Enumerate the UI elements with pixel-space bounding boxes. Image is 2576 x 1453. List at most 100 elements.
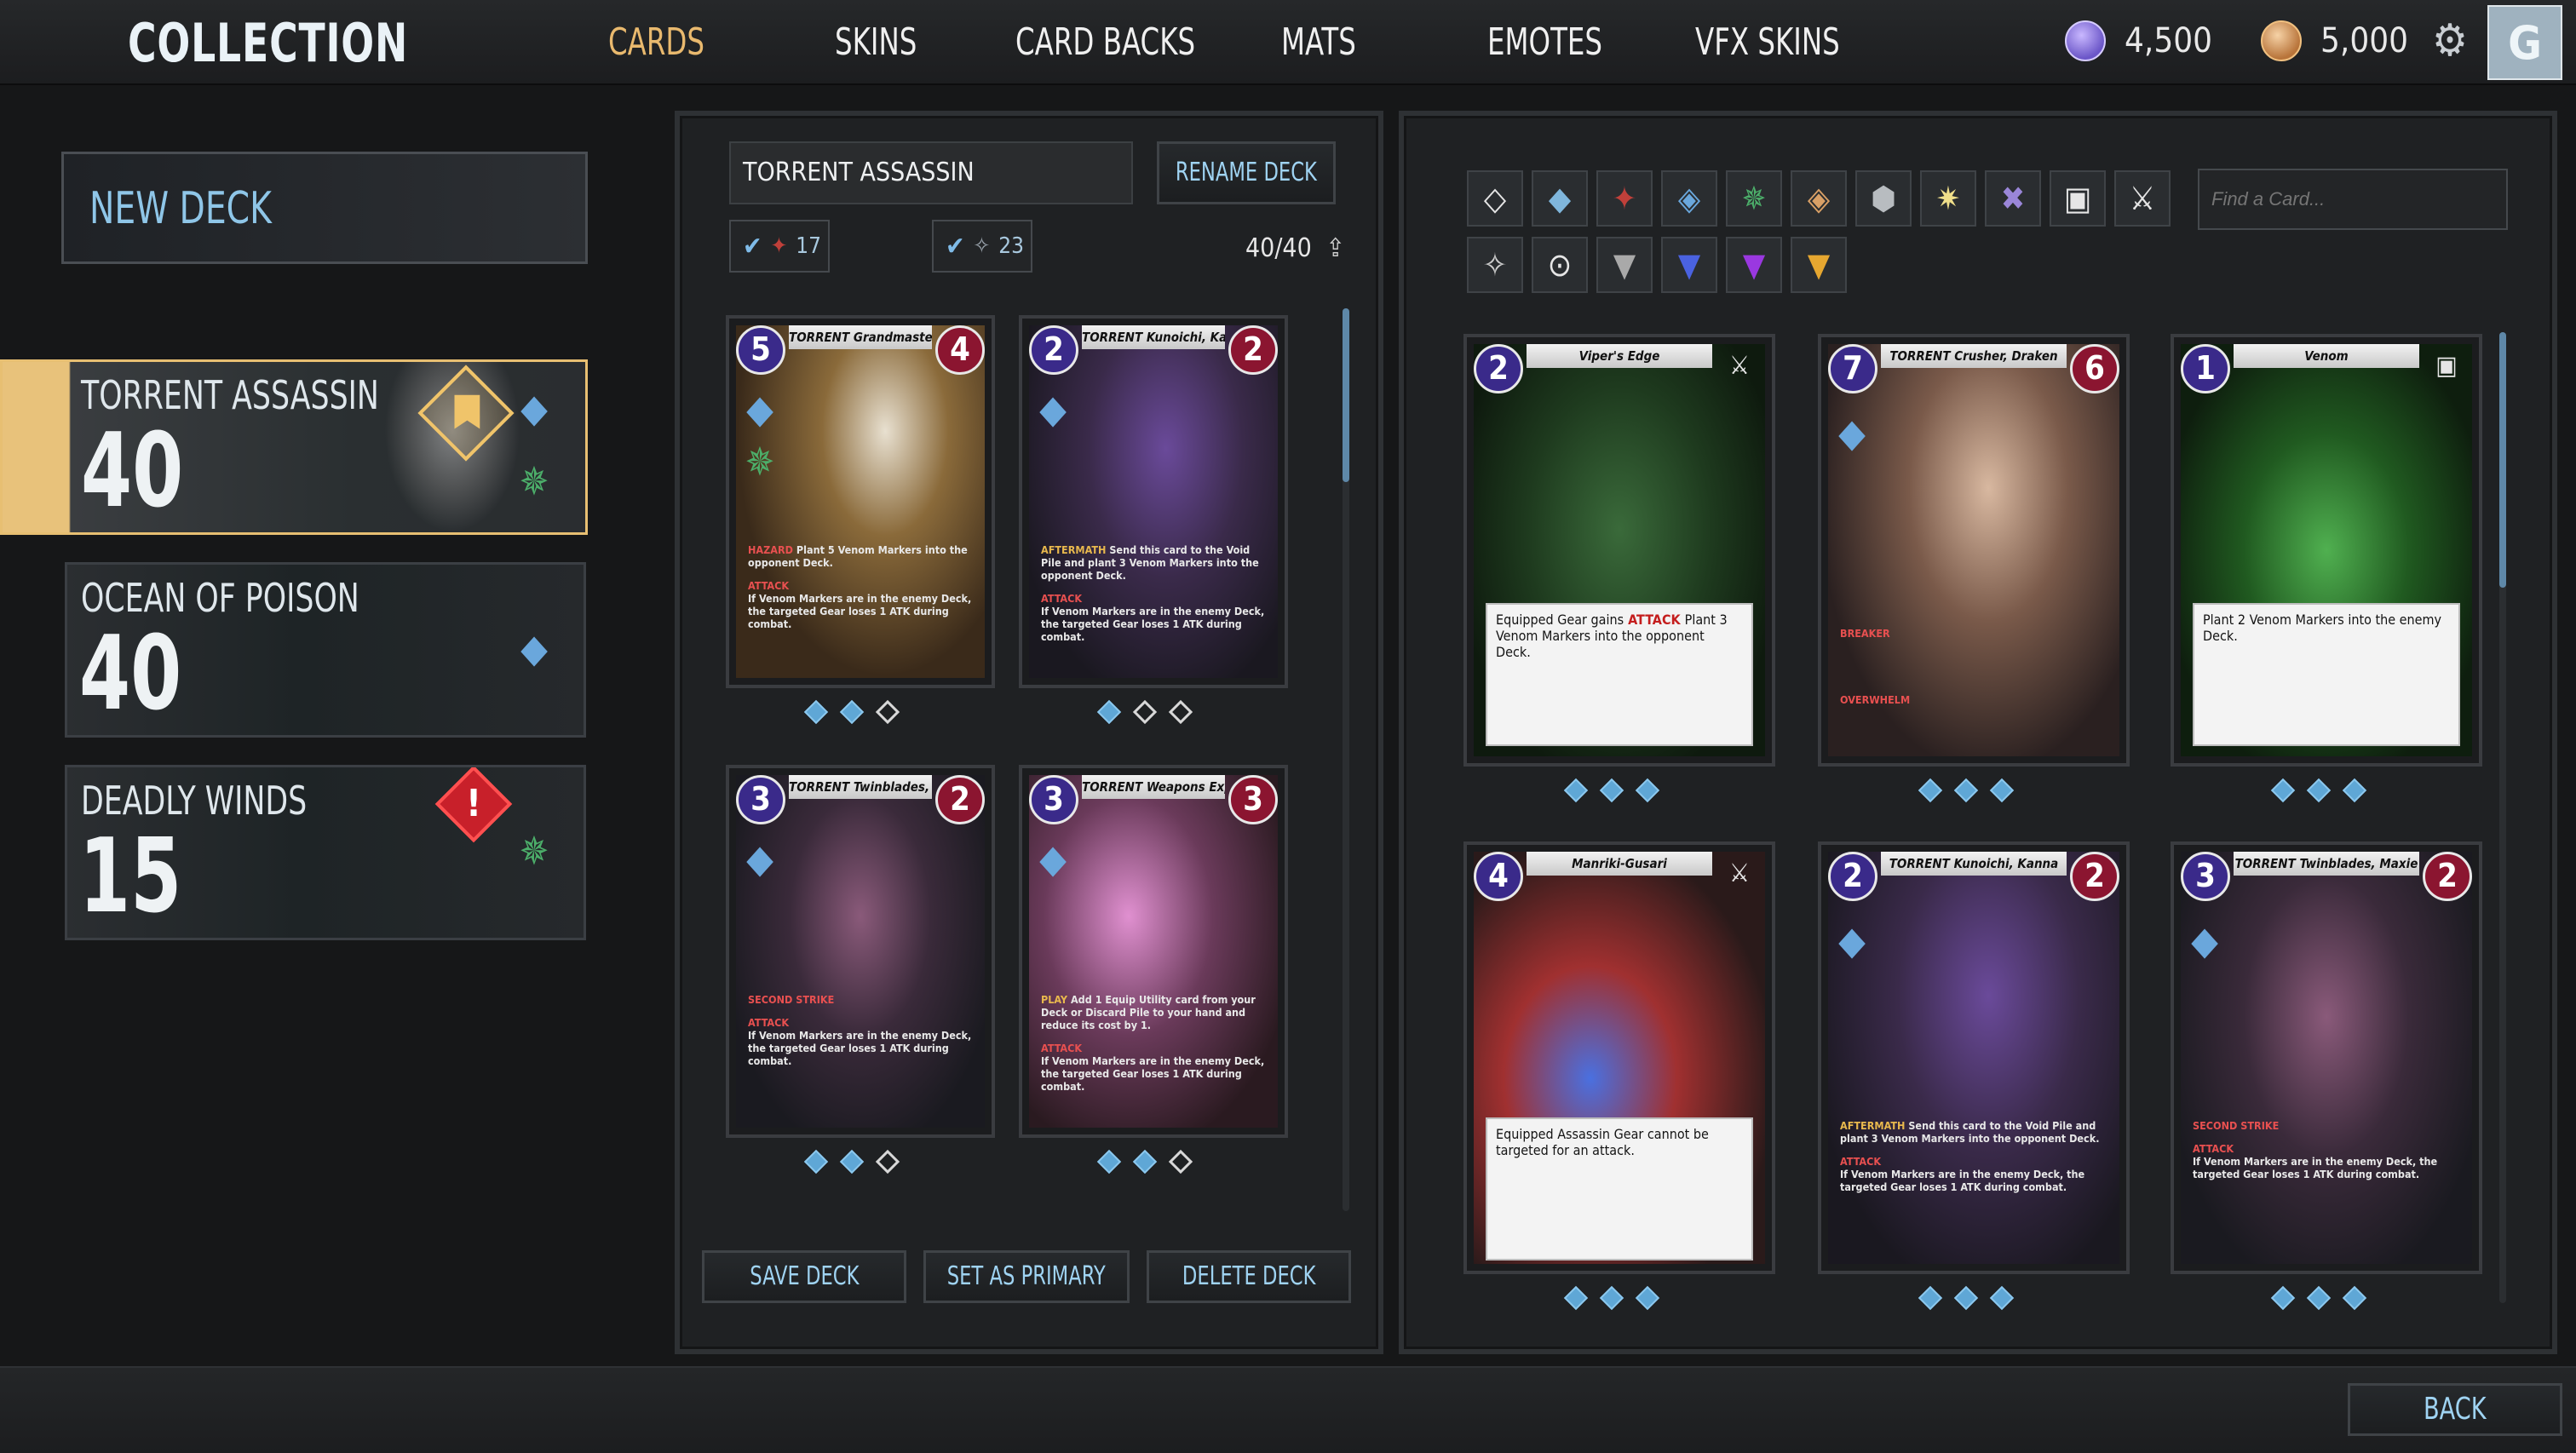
card-attack: 4 [935, 325, 985, 375]
card-name: TORRENT Crusher, Draken [1881, 344, 2067, 368]
export-deck-icon[interactable]: ⇪ [1325, 233, 1345, 263]
card-rules-text: AFTERMATH Send this card to the Void Pil… [1041, 543, 1266, 643]
collection-card[interactable]: TORRENT Twinblades, Maxie 3 2 ◆ SECOND STRIK… [2171, 841, 2482, 1274]
deck-name-field[interactable]: TORRENT ASSASSIN [729, 141, 1133, 204]
deck-card[interactable]: TORRENT Weapons Expert, Bri3 3 ◆ PLAY Add 1… [1019, 765, 1288, 1138]
collection-card[interactable]: TORRENT Kunoichi, Kanna 2 2 ◆ AFTERMATH Send… [1818, 841, 2130, 1274]
tab-skins[interactable]: SKINS [835, 20, 917, 64]
profile-avatar[interactable]: G [2487, 5, 2562, 80]
filter-light-icon[interactable]: ✷ [1920, 170, 1976, 227]
tab-vfx-skins[interactable]: VFX SKINS [1695, 20, 1840, 64]
copy-indicator [2342, 778, 2367, 803]
new-deck-button[interactable]: NEW DECK [61, 152, 588, 264]
collection-card-copies [2270, 778, 2367, 803]
copy-indicator [839, 699, 865, 725]
card-cost: 2 [1474, 344, 1523, 393]
copy-indicator [1132, 699, 1158, 725]
card-attack: 2 [935, 775, 985, 824]
copy-indicator [1132, 1149, 1158, 1174]
tab-cards[interactable]: CARDS [608, 20, 704, 64]
gear-type-icon: ✦ [770, 233, 788, 259]
tab-card-backs[interactable]: CARD BACKS [1015, 20, 1195, 64]
card-name: TORRENT Kunoichi, Kanna [1881, 852, 2067, 876]
tab-mats[interactable]: MATS [1281, 20, 1356, 64]
equip-type-icon: ✧ [973, 233, 991, 259]
back-button[interactable]: BACK [2348, 1383, 2562, 1436]
deck-card-count: 15 [79, 818, 182, 936]
filter-fire-icon[interactable]: ✦ [1596, 170, 1653, 227]
filter-all-icon[interactable]: ◇ [1467, 170, 1523, 227]
filter-poison-icon[interactable]: ✵ [1726, 170, 1782, 227]
keyword-text: If Venom Markers are in the enemy Deck, … [1840, 1168, 2085, 1193]
rules-text: Equipped Gear gains [1496, 612, 1624, 628]
deck-total-value: 40/40 [1245, 233, 1312, 263]
copy-indicator [1989, 778, 2015, 803]
copy-indicator [1635, 778, 1660, 803]
bottom-bar [0, 1366, 2576, 1453]
warning-icon: ! [434, 767, 513, 843]
tab-emotes[interactable]: EMOTES [1487, 20, 1602, 64]
card-search-input[interactable] [2198, 169, 2508, 230]
filter-steel-icon[interactable]: ⬢ [1855, 170, 1912, 227]
aqua-faction-icon: ◆ [520, 385, 548, 431]
collection-card[interactable]: TORRENT Crusher, Draken 7 6 ◆ BREAKER OVERWHE… [1818, 334, 2130, 767]
card-name: Venom [2234, 344, 2419, 368]
filter-token-icon[interactable]: ⊙ [1532, 237, 1588, 293]
card-type-icon: ⚔ [1728, 859, 1751, 888]
filter-epic-icon[interactable]: ▼ [1726, 237, 1782, 293]
type-filter-equip[interactable]: ✔ ✧ 23 [932, 220, 1032, 273]
collection-scrollbar-thumb[interactable] [2499, 332, 2506, 588]
collection-card[interactable]: Viper's Edge 2 ⚔ Equipped Gear gains ATTACK… [1463, 334, 1775, 767]
deck-card-total: 40/40 ⇪ [1245, 233, 1345, 263]
filter-common-icon[interactable]: ▼ [1596, 237, 1653, 293]
check-icon: ✔ [946, 231, 965, 261]
card-cost: 3 [736, 775, 785, 824]
keyword: ATTACK [748, 1016, 790, 1029]
deck-card[interactable]: TORRENT Grandmaster, Raine5 4 ◆ ✵ HAZARD Pla… [726, 315, 995, 688]
currency-coins: 5,000 [2261, 17, 2408, 65]
card-cost: 4 [1474, 852, 1523, 901]
deck-card[interactable]: TORRENT Kunoichi, Kanna2 2 ◆ AFTERMATH Send… [1019, 315, 1288, 688]
type-filter-gear[interactable]: ✔ ✦ 17 [729, 220, 830, 273]
filter-rare-icon[interactable]: ▼ [1661, 237, 1717, 293]
filter-aqua-icon[interactable]: ◈ [1661, 170, 1717, 227]
deck-item-ocean-of-poison[interactable]: OCEAN OF POISON 40 ◆ [65, 562, 586, 738]
deck-scrollbar[interactable] [1343, 308, 1349, 1211]
set-primary-button[interactable]: SET AS PRIMARY [923, 1250, 1130, 1303]
copy-indicator [875, 1149, 900, 1174]
deck-scrollbar-thumb[interactable] [1343, 308, 1349, 482]
delete-deck-button[interactable]: DELETE DECK [1147, 1250, 1351, 1303]
filter-shadow-icon[interactable]: ✖ [1985, 170, 2041, 227]
deck-card[interactable]: TORRENT Twinblades, Maxie3 2 ◆ SECOND STRIK… [726, 765, 995, 1138]
rules-text: Equipped Assassin Gear cannot be targete… [1496, 1126, 1709, 1158]
filter-equip-icon[interactable]: ⚔ [2114, 170, 2171, 227]
collection-card[interactable]: Manriki-Gusari 4 ⚔ Equipped Assassin Gear c… [1463, 841, 1775, 1274]
save-deck-button[interactable]: SAVE DECK [702, 1250, 906, 1303]
collection-scrollbar[interactable] [2499, 332, 2506, 1303]
card-rules-text: Plant 2 Venom Markers into the enemy Dec… [2193, 603, 2460, 746]
copy-indicator [803, 699, 829, 725]
keyword: SECOND STRIKE [2193, 1119, 2280, 1132]
rename-deck-button[interactable]: RENAME DECK [1157, 141, 1336, 204]
filter-legendary-icon[interactable]: ▼ [1791, 237, 1847, 293]
deck-item-deadly-winds[interactable]: DEADLY WINDS 15 ! ✵ [65, 765, 586, 940]
copy-indicator [1599, 1285, 1624, 1311]
gem-icon [2065, 20, 2106, 61]
filter-earth-icon[interactable]: ◈ [1791, 170, 1847, 227]
copy-indicator [1563, 1285, 1589, 1311]
settings-gear-icon[interactable]: ⚙ [2426, 17, 2474, 65]
rename-deck-label: RENAME DECK [1175, 158, 1318, 187]
card-keyword-2: ATTACK If Venom Markers are in the enemy … [1840, 1155, 2107, 1193]
aqua-faction-icon: ◆ [1039, 386, 1067, 432]
equip-count: 23 [998, 233, 1024, 259]
card-cost: 3 [1029, 775, 1078, 824]
copy-indicator [1953, 778, 1979, 803]
aqua-faction-icon: ◆ [2191, 917, 2218, 963]
copy-indicator [2270, 1285, 2296, 1311]
card-keyword-2: ATTACK If Venom Markers are in the enemy … [748, 1016, 973, 1067]
collection-card[interactable]: Venom 1 ▣ Plant 2 Venom Markers into the en… [2171, 334, 2482, 767]
deck-item-torrent-assassin[interactable]: TORRENT ASSASSIN 40 ◆ ✵ [0, 359, 588, 535]
filter-utility-icon[interactable]: ▣ [2050, 170, 2106, 227]
filter-gear-icon[interactable]: ✧ [1467, 237, 1523, 293]
filter-neutral-icon[interactable]: ◆ [1532, 170, 1588, 227]
